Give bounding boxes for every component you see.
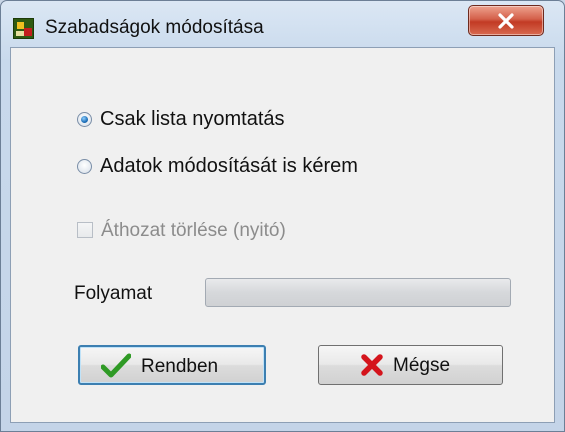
ok-button-label: Rendben [141,356,219,377]
option-print-only-label: Csak lista nyomtatás [100,108,285,130]
cancel-button[interactable]: Mégse [318,345,503,385]
cancel-button-label: Mégse [393,355,451,376]
dialog-body: Csak lista nyomtatás Adatok módosítását … [10,47,555,423]
radio-print-only[interactable] [77,112,92,127]
radio-modify-data[interactable] [77,159,92,174]
checkmark-icon [101,353,131,378]
close-icon [498,13,514,29]
window-title: Szabadságok módosítása [45,17,264,38]
carryover-delete-label: Áthozat törlése (nyitó) [101,220,286,241]
carryover-delete-checkbox[interactable] [77,222,93,238]
app-calendar-icon [13,18,34,39]
option-modify-data-label: Adatok módosítását is kérem [100,155,358,177]
close-button[interactable] [468,5,544,36]
title-bar[interactable]: Szabadságok módosítása [1,1,564,47]
progress-bar [205,278,511,307]
ok-button[interactable]: Rendben [78,345,266,385]
red-x-icon [361,354,383,376]
progress-label: Folyamat [74,283,153,304]
dialog-window: Szabadságok módosítása Csak lista nyomta… [0,0,565,432]
